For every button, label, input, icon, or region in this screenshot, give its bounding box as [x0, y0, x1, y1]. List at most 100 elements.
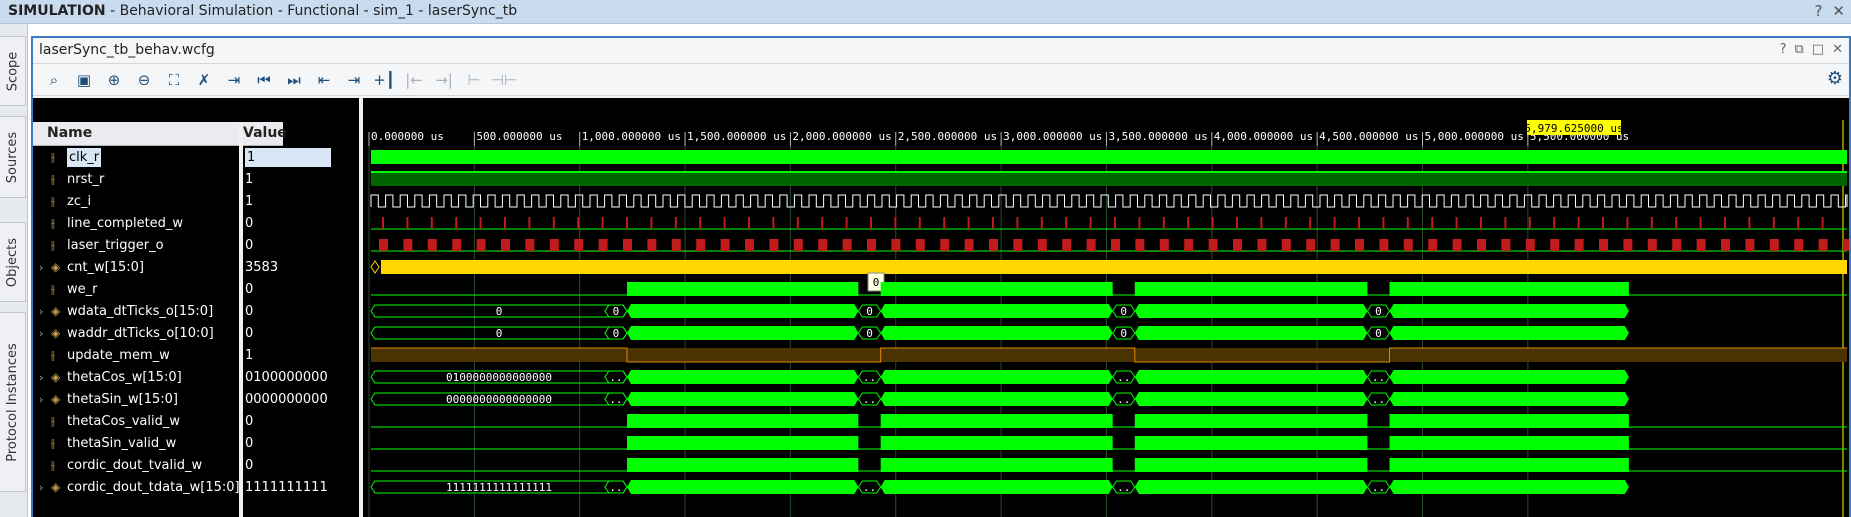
panel-maximize-icon[interactable]: □ [1812, 42, 1824, 57]
laser-trigger-pulse [1647, 239, 1657, 251]
column-splitter[interactable] [239, 122, 243, 517]
thetacos-gap-label: .. [863, 371, 876, 384]
signal-value-text: 0100000000 [245, 370, 328, 385]
zoom-in-icon[interactable]: ⊕ [99, 67, 129, 93]
laser-trigger-pulse [1501, 239, 1511, 251]
signal-row[interactable]: ⫲ line_completed_w [33, 214, 239, 233]
laser-trigger-pulse [525, 239, 535, 251]
side-tab-protocol-instances[interactable]: Protocol Instances [0, 312, 26, 492]
expand-arrow-icon[interactable]: › [39, 258, 43, 277]
side-tab-scope[interactable]: Scope [0, 36, 26, 106]
signal-row[interactable]: › ◈ thetaCos_w[15:0] [33, 368, 239, 387]
laser-trigger-pulse [379, 239, 388, 251]
signal-row[interactable]: ⫲ thetaSin_valid_w [33, 434, 239, 453]
previous-transition-icon[interactable]: ⇤ [309, 67, 339, 93]
cursor-swap-icon[interactable]: ✗ [189, 67, 219, 93]
panel-close-icon[interactable]: ✕ [1832, 42, 1843, 57]
signal-name: cordic_dout_tdata_w[15:0] [67, 480, 240, 495]
search-icon[interactable]: ⌕ [39, 67, 69, 93]
signal-name: wdata_dtTicks_o[15:0] [67, 304, 214, 319]
laser-trigger-pulse [1233, 239, 1242, 251]
laser-trigger-pulse [1355, 239, 1364, 251]
laser-trigger-pulse [1037, 239, 1047, 251]
signal-value-text: 1 [245, 194, 254, 209]
thetacos-gap-label: .. [1372, 371, 1385, 384]
help-icon[interactable]: ? [1814, 2, 1822, 20]
go-to-cursor-icon[interactable]: ⇥ [219, 67, 249, 93]
close-icon[interactable]: ✕ [1832, 2, 1845, 20]
expand-arrow-icon[interactable]: › [39, 324, 43, 343]
thetacos-gap-label: .. [609, 371, 622, 384]
waveform-area: Name Value ⫲ clk_r ⫲ nrst_r ⫲ zc_i ⫲ line_compl… [33, 98, 1849, 517]
panel-header: laserSync_tb_behav.wcfg ? ⧉ □ ✕ [33, 38, 1849, 64]
expand-arrow-icon[interactable]: › [39, 390, 43, 409]
signal-row[interactable]: › ◈ cnt_w[15:0] [33, 258, 239, 277]
previous-marker-icon[interactable]: |← [399, 67, 429, 93]
laser-trigger-pulse [1574, 239, 1584, 251]
signal-row[interactable]: ⫲ update_mem_w [33, 346, 239, 365]
bus-signal-icon: ◈ [51, 304, 61, 318]
signal-value: 0000000000 [243, 390, 359, 409]
thetasin-bus-label: 0000000000000000 [446, 393, 552, 406]
go-to-time-0-icon[interactable]: ⏮ [249, 67, 279, 93]
next-marker-icon[interactable]: →| [429, 67, 459, 93]
side-tab-objects[interactable]: Objects [0, 222, 26, 302]
waddr-bus-segment [880, 326, 1113, 340]
zoom-out-icon[interactable]: ⊖ [129, 67, 159, 93]
laser-trigger-pulse [1818, 239, 1828, 251]
zoom-fit-icon[interactable]: ⛶ [159, 67, 189, 93]
panel-help-icon[interactable]: ? [1780, 42, 1787, 57]
laser-trigger-pulse [1769, 239, 1779, 251]
go-to-last-time-icon[interactable]: ⏭ [279, 67, 309, 93]
cordic-tdata-bus-segment [880, 480, 1113, 494]
laser-trigger-pulse [745, 239, 754, 251]
thetacos-bus-segment [1134, 370, 1368, 384]
signal-row[interactable]: › ◈ wdata_dtTicks_o[15:0] [33, 302, 239, 321]
save-icon[interactable]: ▣ [69, 67, 99, 93]
laser-trigger-pulse [1745, 239, 1755, 251]
laser-trigger-pulse [1428, 239, 1438, 251]
waveform-plot[interactable]: 0.000000 us 500.000000 us 1,000.000000 us 1… [363, 98, 1849, 517]
laser-trigger-pulse [989, 239, 998, 251]
cordic-tdata-gap-label: .. [609, 481, 622, 494]
swap-cursors-icon[interactable]: ⊢ [459, 67, 489, 93]
thetasin-valid-segment [880, 436, 1113, 450]
thetacos-valid-segment [1389, 414, 1629, 428]
signal-row[interactable]: ⫲ we_r [33, 280, 239, 299]
signal-value: 0 [243, 302, 359, 321]
thetasin-gap-label: .. [1117, 393, 1130, 406]
signal-row[interactable]: ⫲ zc_i [33, 192, 239, 211]
signal-row[interactable]: ⫲ nrst_r [33, 170, 239, 189]
signal-row[interactable]: › ◈ waddr_dtTicks_o[10:0] [33, 324, 239, 343]
next-transition-icon[interactable]: ⇥ [339, 67, 369, 93]
panel-restore-icon[interactable]: ⧉ [1795, 42, 1804, 57]
signal-name: cnt_w[15:0] [67, 260, 144, 275]
add-marker-icon[interactable]: +┃ [369, 67, 399, 93]
gear-icon[interactable]: ⚙ [1827, 68, 1843, 89]
signal-value: 1 [243, 170, 359, 189]
signal-icon: ⫲ [51, 436, 55, 450]
laser-trigger-pulse [574, 239, 584, 251]
we-r-segment [1389, 282, 1629, 296]
laser-trigger-pulse [1306, 239, 1316, 251]
signal-name: nrst_r [67, 172, 105, 187]
laser-trigger-pulse [1599, 239, 1608, 251]
cordic-tdata-gap-label: .. [1372, 481, 1385, 494]
signal-row[interactable]: ⫲ cordic_dout_tvalid_w [33, 456, 239, 475]
thetacos-bus-label: 0100000000000000 [446, 371, 552, 384]
snap-transition-icon[interactable]: ⊣⊢ [489, 67, 519, 93]
ruler-label: 4,500.000000 us [1319, 130, 1418, 143]
signal-row[interactable]: ⫲ clk_r [33, 148, 239, 167]
expand-arrow-icon[interactable]: › [39, 368, 43, 387]
signal-row[interactable]: ⫲ thetaCos_valid_w [33, 412, 239, 431]
signal-row[interactable]: › ◈ cordic_dout_tdata_w[15:0] [33, 478, 240, 497]
wdata-gap-label: 0 [613, 305, 620, 318]
side-tab-sources[interactable]: Sources [0, 116, 26, 198]
signal-row[interactable]: › ◈ thetaSin_w[15:0] [33, 390, 239, 409]
expand-arrow-icon[interactable]: › [39, 302, 43, 321]
expand-arrow-icon[interactable]: › [39, 478, 43, 497]
signal-value-text: 0 [245, 304, 254, 319]
laser-trigger-pulse [1281, 239, 1291, 251]
thetasin-valid-segment [627, 436, 859, 450]
signal-row[interactable]: ⫲ laser_trigger_o [33, 236, 239, 255]
